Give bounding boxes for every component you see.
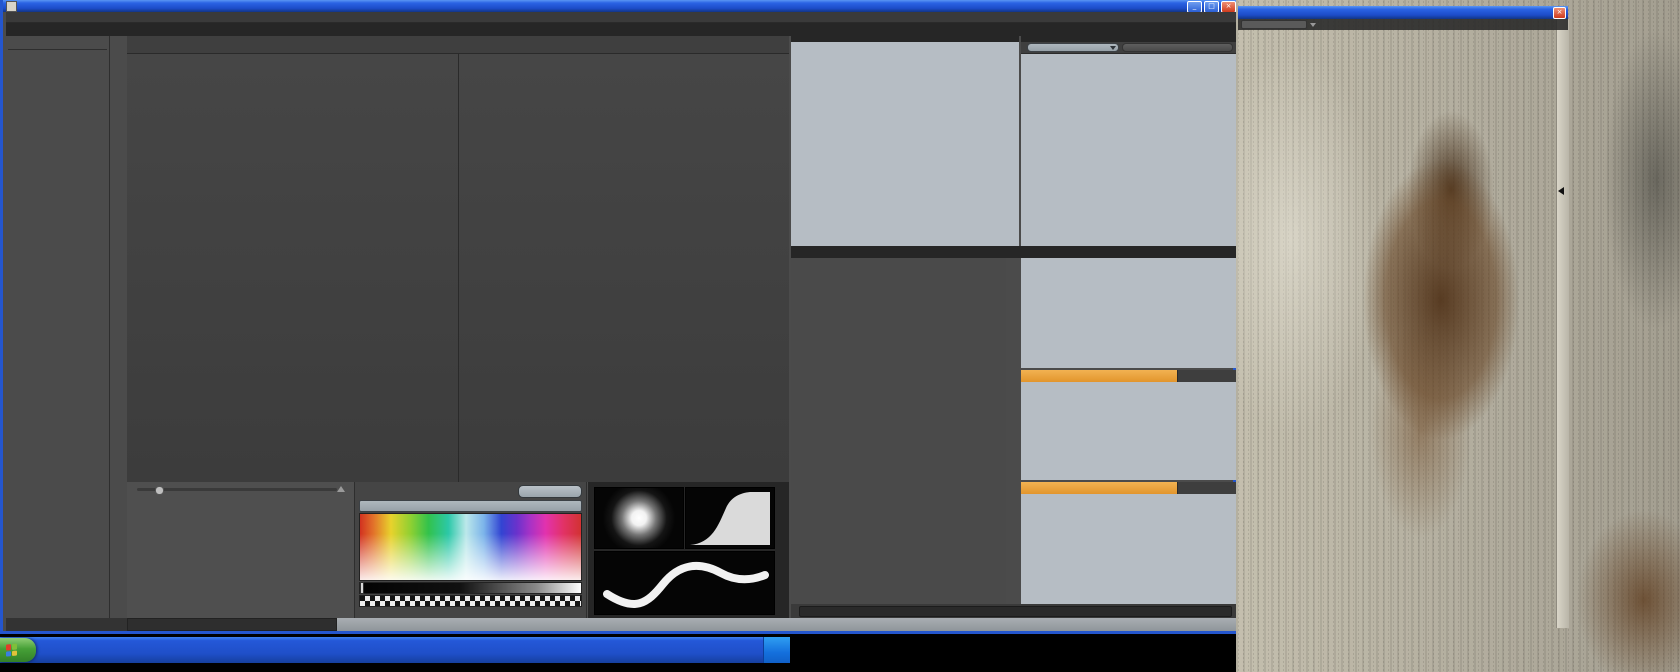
shader-panel-tabs bbox=[1021, 30, 1236, 42]
taskbar bbox=[0, 637, 790, 663]
sidebar-vertical-tabs bbox=[110, 38, 124, 238]
image-browser bbox=[127, 482, 355, 618]
pipeline-title[interactable] bbox=[1021, 370, 1177, 382]
add-layer-button[interactable] bbox=[1122, 43, 1233, 52]
panel-column-a bbox=[791, 30, 1019, 618]
properties-panel-tabs bbox=[791, 246, 1029, 258]
divider bbox=[8, 49, 107, 50]
scroll-marker-icon bbox=[1558, 187, 1564, 195]
desktop: _ □ × bbox=[0, 0, 1680, 672]
value-bar[interactable] bbox=[359, 582, 582, 594]
status-bar bbox=[6, 618, 1236, 631]
rgb-value[interactable] bbox=[518, 485, 582, 498]
statistics-table bbox=[1021, 494, 1236, 604]
app-icon bbox=[6, 1, 17, 12]
brush-preview-area bbox=[588, 482, 789, 618]
items-tree bbox=[791, 42, 1019, 246]
viewport-right[interactable] bbox=[459, 54, 789, 482]
brush-tip-preview bbox=[594, 487, 684, 549]
lists-panel bbox=[1021, 258, 1236, 368]
slider-max-icon bbox=[337, 486, 345, 492]
preview-type-dropdown[interactable] bbox=[1241, 20, 1307, 29]
selection-toolbar bbox=[127, 36, 789, 54]
command-input[interactable] bbox=[799, 606, 1232, 617]
windows-flag-icon bbox=[6, 643, 18, 656]
viewport-left[interactable] bbox=[127, 54, 459, 482]
tool-list bbox=[6, 36, 109, 41]
tab-info[interactable] bbox=[1177, 482, 1236, 494]
command-bar bbox=[791, 604, 1236, 618]
paint-tool-sidebar bbox=[6, 36, 110, 618]
mouse-help-text bbox=[337, 618, 1236, 631]
system-tray bbox=[763, 637, 790, 663]
panel-column-b bbox=[1021, 30, 1236, 618]
picker-header bbox=[359, 500, 582, 512]
items-panel-tabs bbox=[791, 30, 1019, 42]
image-preview-window-titlebar[interactable]: × bbox=[1238, 6, 1568, 19]
modo-window: _ □ × bbox=[0, 0, 1236, 634]
statistics-title[interactable] bbox=[1021, 482, 1177, 494]
shader-filter-row bbox=[1021, 42, 1236, 54]
material-properties bbox=[791, 258, 1006, 618]
preview-toolbar bbox=[1238, 19, 1568, 30]
menu-bar bbox=[6, 12, 1236, 23]
tracking-mode[interactable] bbox=[127, 618, 337, 631]
value-marker[interactable] bbox=[360, 582, 364, 594]
lists-panel-tabs bbox=[1021, 246, 1244, 258]
tab-presets[interactable] bbox=[1177, 370, 1236, 382]
color-picker bbox=[355, 482, 587, 618]
preview-scrollbar[interactable] bbox=[1556, 19, 1569, 628]
shader-tree bbox=[1021, 54, 1236, 246]
thumbnail-size-slider[interactable] bbox=[137, 488, 337, 491]
brush-falloff-curve bbox=[685, 487, 775, 549]
brush-stroke-preview bbox=[594, 551, 775, 615]
title-bar[interactable]: _ □ × bbox=[3, 0, 1239, 12]
statistics-header bbox=[1021, 482, 1236, 494]
preview-close-button[interactable]: × bbox=[1553, 7, 1566, 19]
slider-knob[interactable] bbox=[155, 486, 164, 495]
alpha-checker-bar[interactable] bbox=[359, 595, 582, 607]
start-button[interactable] bbox=[0, 638, 36, 662]
hue-saturation-field[interactable] bbox=[359, 513, 582, 581]
material-side-tabs bbox=[1006, 262, 1019, 512]
pipeline-table bbox=[1021, 382, 1236, 480]
texture-preview-image[interactable] bbox=[1236, 0, 1680, 672]
chevron-down-icon bbox=[1310, 23, 1316, 27]
filter-dropdown[interactable] bbox=[1027, 43, 1119, 52]
pipeline-header bbox=[1021, 370, 1236, 382]
